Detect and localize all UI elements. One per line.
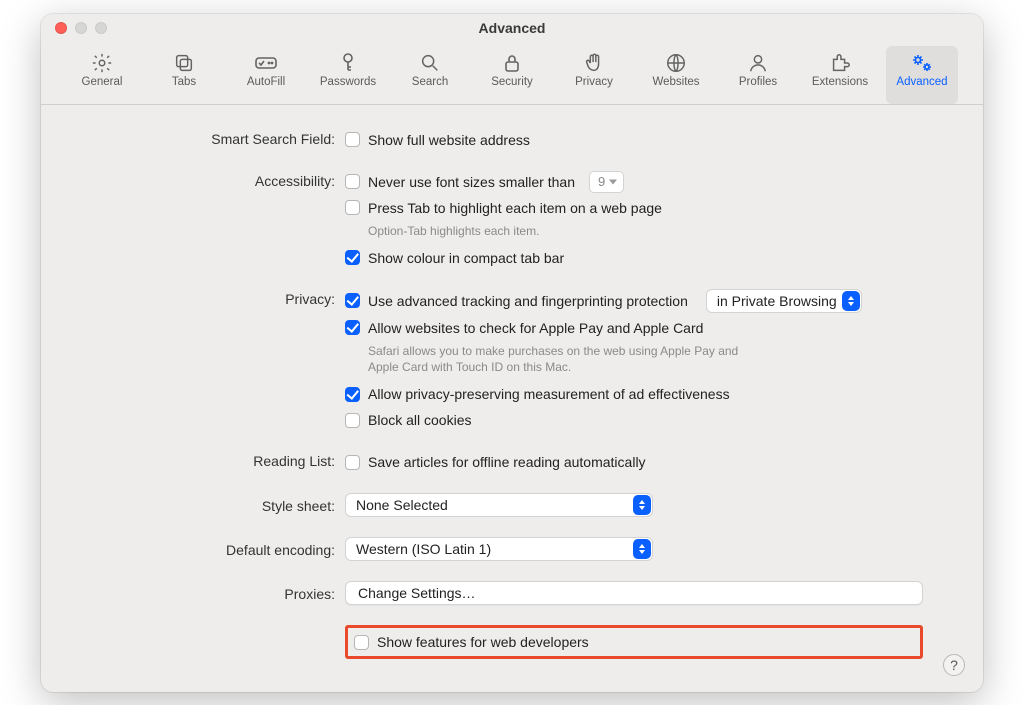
checkbox-web-developers[interactable] [354,635,369,650]
encoding-value: Western (ISO Latin 1) [356,541,491,557]
label-proxies: Proxies: [101,584,345,602]
select-min-font-size[interactable]: 9 [589,171,624,193]
label-reading-list: Reading List: [101,451,345,469]
text-show-colour: Show colour in compact tab bar [368,250,564,266]
tab-label: Security [491,76,533,88]
tab-privacy[interactable]: Privacy [558,46,630,104]
tab-passwords[interactable]: Passwords [312,46,384,104]
tab-label: Advanced [896,76,947,88]
style-sheet-value: None Selected [356,497,448,513]
hand-icon [583,50,605,76]
select-style-sheet[interactable]: None Selected [345,493,653,517]
highlight-developer-option: Show features for web developers [345,625,923,659]
text-press-tab: Press Tab to highlight each item on a we… [368,200,662,216]
checkbox-advanced-tracking[interactable] [345,293,360,308]
text-min-font-size: Never use font sizes smaller than [368,174,575,190]
titlebar: Advanced [41,14,983,42]
text-apple-pay: Allow websites to check for Apple Pay an… [368,320,703,336]
chevron-updown-icon [633,495,651,515]
tab-tabs[interactable]: Tabs [148,46,220,104]
tab-label: Search [412,76,448,88]
tab-label: AutoFill [247,76,285,88]
checkbox-block-cookies[interactable] [345,413,360,428]
checkbox-press-tab[interactable] [345,200,360,215]
label-style-sheet: Style sheet: [101,496,345,514]
text-save-offline: Save articles for offline reading automa… [368,454,646,470]
puzzle-icon [829,50,851,76]
preferences-window: Advanced General Tabs AutoFill Passwords… [41,14,983,692]
search-icon [419,50,441,76]
lock-icon [502,50,522,76]
text-block-cookies: Block all cookies [368,412,472,428]
tracking-scope-value: in Private Browsing [717,293,837,309]
tabs-icon [173,50,195,76]
checkbox-show-colour[interactable] [345,250,360,265]
tab-label: Privacy [575,76,613,88]
tab-advanced[interactable]: Advanced [886,46,958,104]
checkbox-min-font-size[interactable] [345,174,360,189]
text-ad-measurement: Allow privacy-preserving measurement of … [368,386,730,402]
label-default-encoding: Default encoding: [101,540,345,558]
text-advanced-tracking: Use advanced tracking and fingerprinting… [368,293,688,309]
person-icon [747,50,769,76]
checkbox-show-full-address[interactable] [345,132,360,147]
text-web-developers: Show features for web developers [377,634,589,650]
globe-icon [665,50,687,76]
window-title: Advanced [41,20,983,36]
text-show-full-address: Show full website address [368,132,530,148]
tab-security[interactable]: Security [476,46,548,104]
tab-autofill[interactable]: AutoFill [230,46,302,104]
hint-press-tab: Option-Tab highlights each item. [345,223,765,239]
autofill-icon [254,50,278,76]
tab-label: Passwords [320,76,376,88]
label-accessibility: Accessibility: [101,171,345,189]
change-settings-button[interactable]: Change Settings… [345,581,923,605]
chevron-updown-icon [633,539,651,559]
key-icon [338,50,358,76]
tab-extensions[interactable]: Extensions [804,46,876,104]
preferences-toolbar: General Tabs AutoFill Passwords Search S… [41,42,983,105]
chevron-updown-icon [842,291,860,311]
checkbox-apple-pay[interactable] [345,320,360,335]
select-tracking-scope[interactable]: in Private Browsing [706,289,862,313]
label-privacy: Privacy: [101,289,345,307]
label-smart-search: Smart Search Field: [101,129,345,147]
tab-label: Websites [652,76,699,88]
content-area: Smart Search Field: Show full website ad… [41,105,983,686]
tab-label: Profiles [739,76,777,88]
tab-profiles[interactable]: Profiles [722,46,794,104]
hint-apple-pay: Safari allows you to make purchases on t… [345,343,765,375]
select-default-encoding[interactable]: Western (ISO Latin 1) [345,537,653,561]
tab-label: General [82,76,123,88]
tab-label: Tabs [172,76,196,88]
tab-general[interactable]: General [66,46,138,104]
tab-search[interactable]: Search [394,46,466,104]
gears-icon [910,50,934,76]
checkbox-ad-measurement[interactable] [345,387,360,402]
tab-websites[interactable]: Websites [640,46,712,104]
gear-icon [91,50,113,76]
checkbox-save-offline[interactable] [345,455,360,470]
tab-label: Extensions [812,76,868,88]
help-button[interactable]: ? [943,654,965,676]
